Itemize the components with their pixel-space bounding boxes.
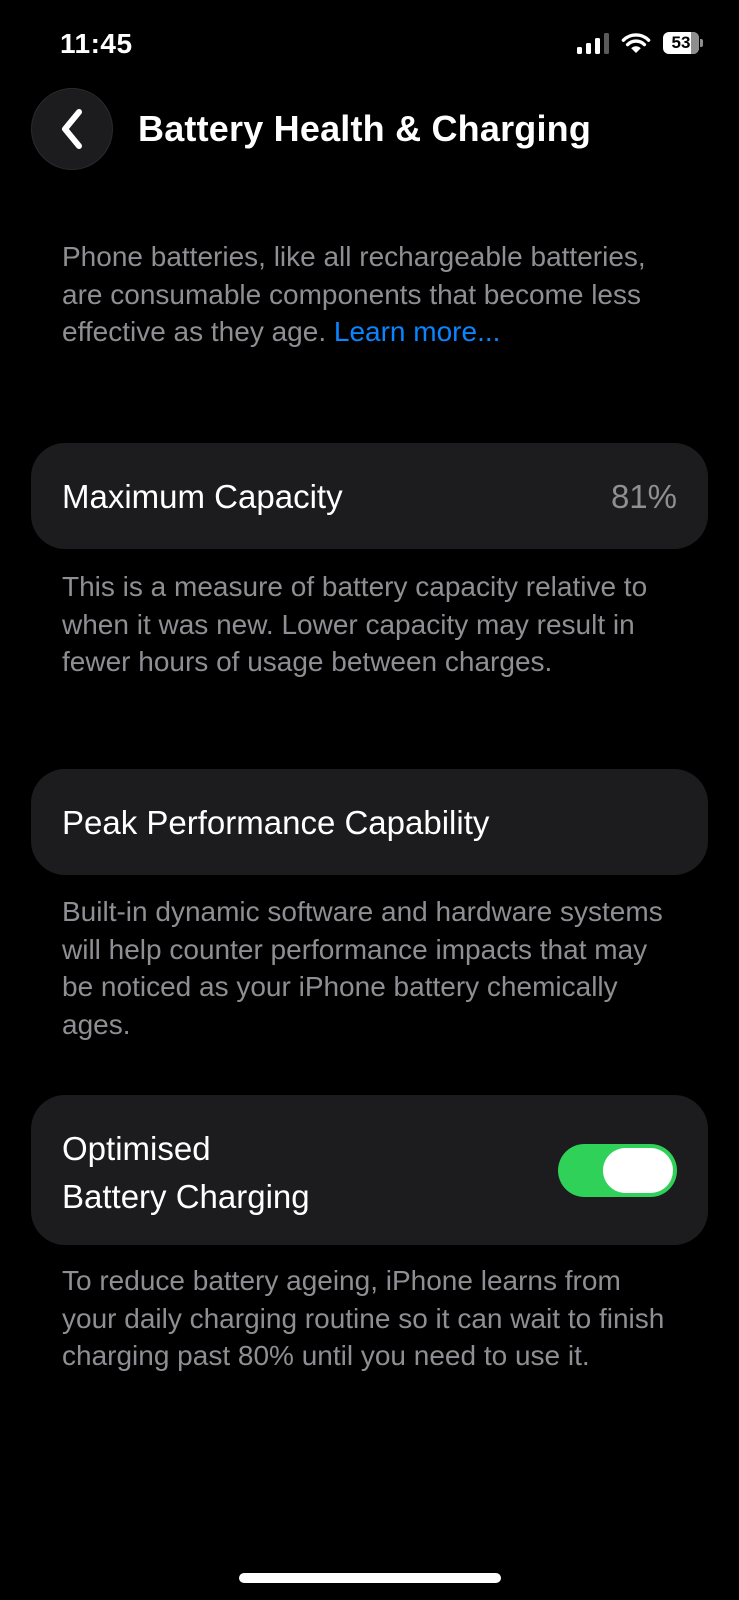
optimised-charging-label: Optimised Battery Charging — [62, 1125, 310, 1221]
back-button[interactable] — [31, 88, 113, 170]
wifi-icon — [621, 33, 651, 53]
learn-more-link[interactable]: Learn more... — [334, 316, 501, 347]
chevron-left-icon — [62, 109, 82, 149]
status-icons: 53 — [577, 32, 703, 54]
optimised-charging-cell: Optimised Battery Charging — [31, 1095, 708, 1245]
maximum-capacity-value: 81% — [610, 478, 677, 515]
battery-level: 53 — [671, 33, 691, 52]
peak-performance-label: Peak Performance Capability — [62, 804, 490, 841]
optimised-charging-caption: To reduce battery ageing, iPhone learns … — [62, 1265, 665, 1371]
status-bar: 11:45 53 — [0, 0, 739, 95]
home-indicator[interactable] — [239, 1573, 501, 1583]
cellular-signal-icon — [577, 32, 609, 54]
peak-performance-cell[interactable]: Peak Performance Capability — [31, 769, 708, 875]
maximum-capacity-label: Maximum Capacity — [62, 478, 343, 515]
optimised-charging-label-line2: Battery Charging — [62, 1178, 310, 1215]
optimised-charging-label-line1: Optimised — [62, 1130, 211, 1167]
page-title: Battery Health & Charging — [138, 108, 592, 149]
status-time: 11:45 — [60, 28, 133, 59]
toggle-knob — [603, 1148, 673, 1193]
intro-description: Phone batteries, like all rechargeable b… — [62, 238, 682, 351]
maximum-capacity-caption: This is a measure of battery capacity re… — [62, 571, 648, 677]
maximum-capacity-cell: Maximum Capacity 81% — [31, 443, 708, 549]
optimised-charging-toggle[interactable] — [558, 1144, 677, 1197]
peak-performance-caption: Built-in dynamic software and hardware s… — [62, 896, 663, 1040]
battery-icon: 53 — [663, 32, 703, 54]
